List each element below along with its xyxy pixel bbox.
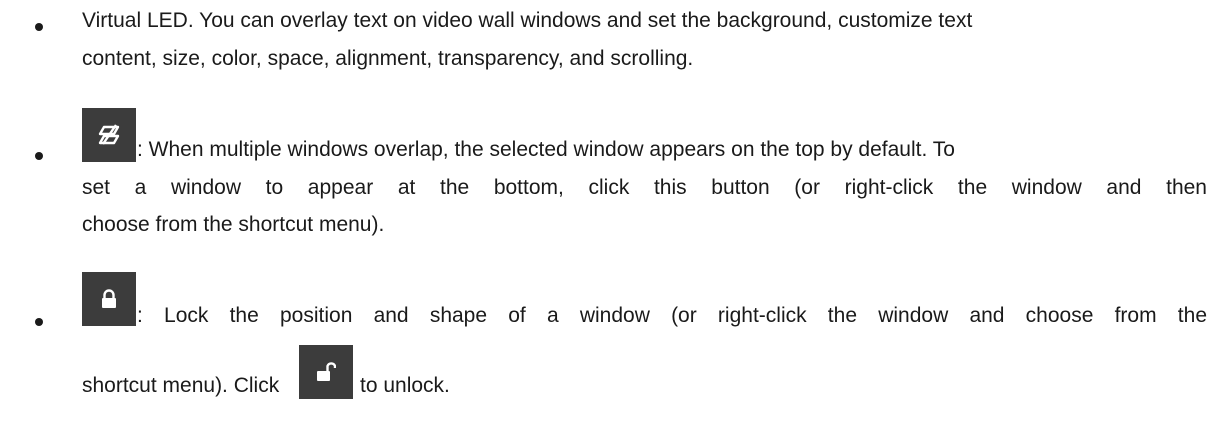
item-2-line-2: set a window to appear at the bottom, cl…	[82, 176, 1207, 199]
bullet	[35, 152, 43, 160]
item-3-line-2-before: shortcut menu). Click	[82, 374, 280, 397]
unlock-icon	[299, 345, 353, 399]
item-2-line-3: choose from the shortcut menu).	[82, 213, 385, 236]
layer-bottom-icon	[82, 108, 136, 162]
lock-icon	[82, 272, 136, 326]
item-1-line-2: content, size, color, space, alignment, …	[82, 47, 694, 70]
item-3-line-2-after: to unlock.	[360, 374, 450, 397]
item-1-line-1: Virtual LED. You can overlay text on vid…	[82, 9, 973, 32]
item-3-line-1: : Lock the position and shape of a windo…	[137, 304, 1207, 327]
bullet	[35, 318, 43, 326]
bullet	[35, 23, 43, 31]
item-2-line-1: : When multiple windows overlap, the sel…	[137, 138, 955, 161]
